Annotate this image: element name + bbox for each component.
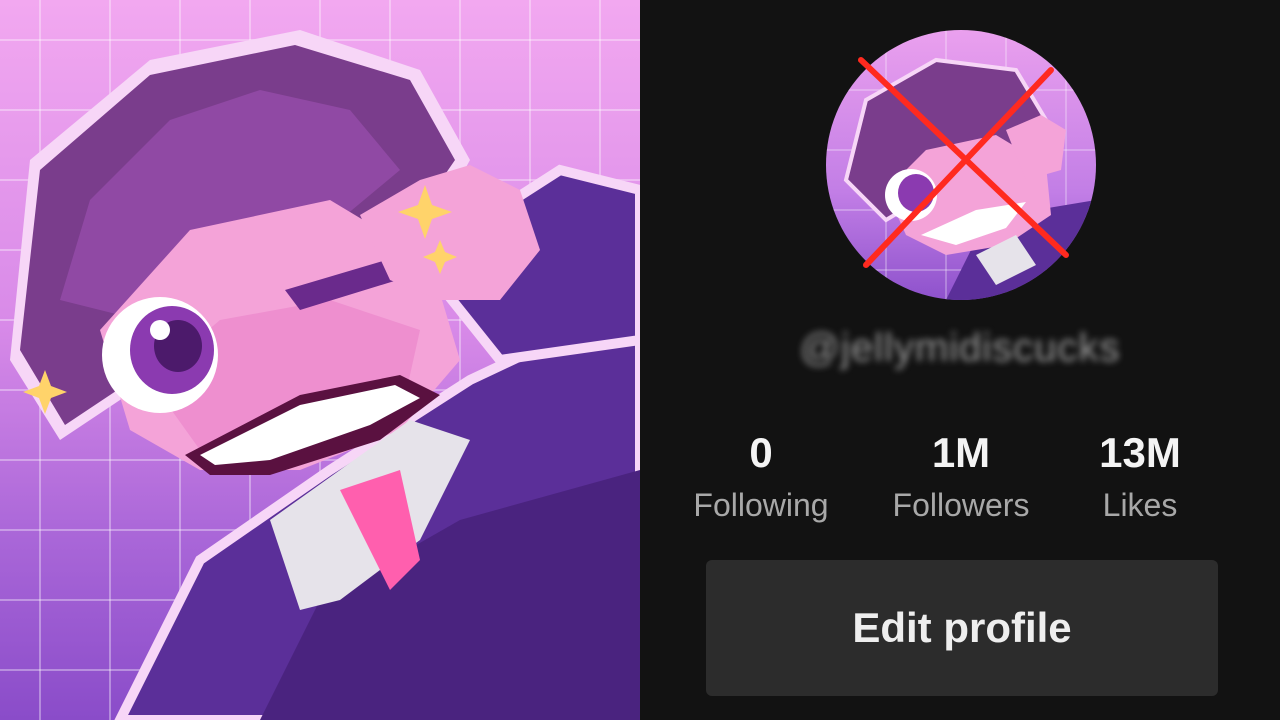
username: @jellymidiscucks [799,326,1121,370]
likes-label: Likes [1102,487,1178,523]
likes-count: 13M [1099,429,1181,476]
following-label: Following [693,487,829,523]
character-artwork [0,0,640,720]
stat-following[interactable]: 0 Following [661,428,861,528]
stat-likes[interactable]: 13M Likes [1040,428,1240,528]
stat-followers[interactable]: 1M Followers [861,428,1061,528]
edit-profile-button[interactable]: Edit profile [706,560,1218,696]
profile-panel: @jellymidiscucks 0 Following 1M Follower… [640,0,1280,720]
red-x-cross-icon [858,57,1069,268]
character-illustration [0,0,640,720]
followers-label: Followers [892,487,1030,523]
followers-count: 1M [931,429,991,476]
following-count: 0 [749,429,773,476]
thumbnail: @jellymidiscucks 0 Following 1M Follower… [0,0,1280,720]
